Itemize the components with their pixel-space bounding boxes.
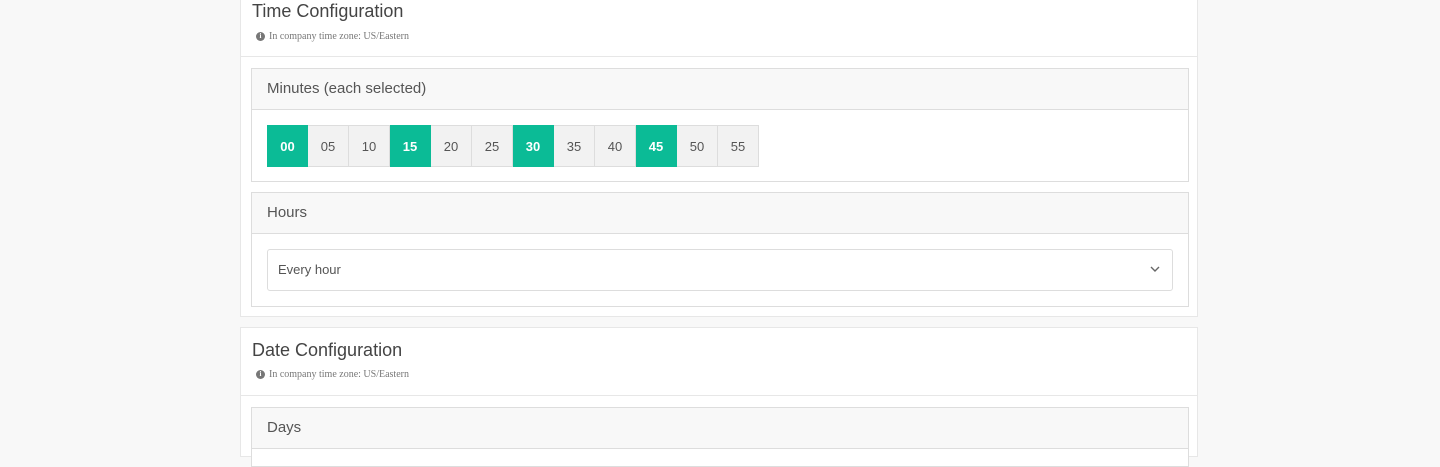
timezone-note-text: In company time zone: US/Eastern xyxy=(269,369,409,380)
time-configuration-title: Time Configuration xyxy=(252,1,404,21)
minutes-section: Minutes (each selected) 00 05 10 15 20 25 30 35… xyxy=(251,68,1189,182)
minute-button-50[interactable]: 50 xyxy=(677,125,718,167)
minute-button-30[interactable]: 30 xyxy=(513,125,554,167)
info-icon: i xyxy=(256,370,265,379)
minutes-section-title: Minutes (each selected) xyxy=(252,69,1188,110)
minute-button-45[interactable]: 45 xyxy=(636,125,677,167)
date-configuration-header: Date Configuration i In company time zon… xyxy=(241,328,1197,396)
time-configuration-header: Time Configuration i In company time zon… xyxy=(241,0,1197,57)
date-configuration-timezone-note: i In company time zone: US/Eastern xyxy=(256,369,409,380)
info-icon: i xyxy=(256,32,265,41)
time-configuration-timezone-note: i In company time zone: US/Eastern xyxy=(256,31,409,42)
date-configuration-title: Date Configuration xyxy=(252,340,403,360)
hours-select-value: Every hour xyxy=(278,262,341,277)
timezone-note-text: In company time zone: US/Eastern xyxy=(269,31,409,42)
hours-select[interactable]: Every hour xyxy=(267,249,1173,291)
time-configuration-panel: Time Configuration i In company time zon… xyxy=(240,0,1198,317)
minute-button-25[interactable]: 25 xyxy=(472,125,513,167)
minute-button-group: 00 05 10 15 20 25 30 35 40 45 50 55 xyxy=(267,125,759,167)
minute-button-20[interactable]: 20 xyxy=(431,125,472,167)
days-section-title: Days xyxy=(252,408,1188,449)
minute-button-55[interactable]: 55 xyxy=(718,125,759,167)
hours-section-title: Hours xyxy=(252,193,1188,234)
days-section: Days xyxy=(251,407,1189,467)
minute-button-15[interactable]: 15 xyxy=(390,125,431,167)
minute-button-10[interactable]: 10 xyxy=(349,125,390,167)
date-configuration-panel: Date Configuration i In company time zon… xyxy=(240,327,1198,467)
minute-button-35[interactable]: 35 xyxy=(554,125,595,167)
minute-button-05[interactable]: 05 xyxy=(308,125,349,167)
minute-button-00[interactable]: 00 xyxy=(267,125,308,167)
minute-button-40[interactable]: 40 xyxy=(595,125,636,167)
chevron-down-icon xyxy=(1150,266,1160,272)
hours-section: Hours Every hour xyxy=(251,192,1189,307)
